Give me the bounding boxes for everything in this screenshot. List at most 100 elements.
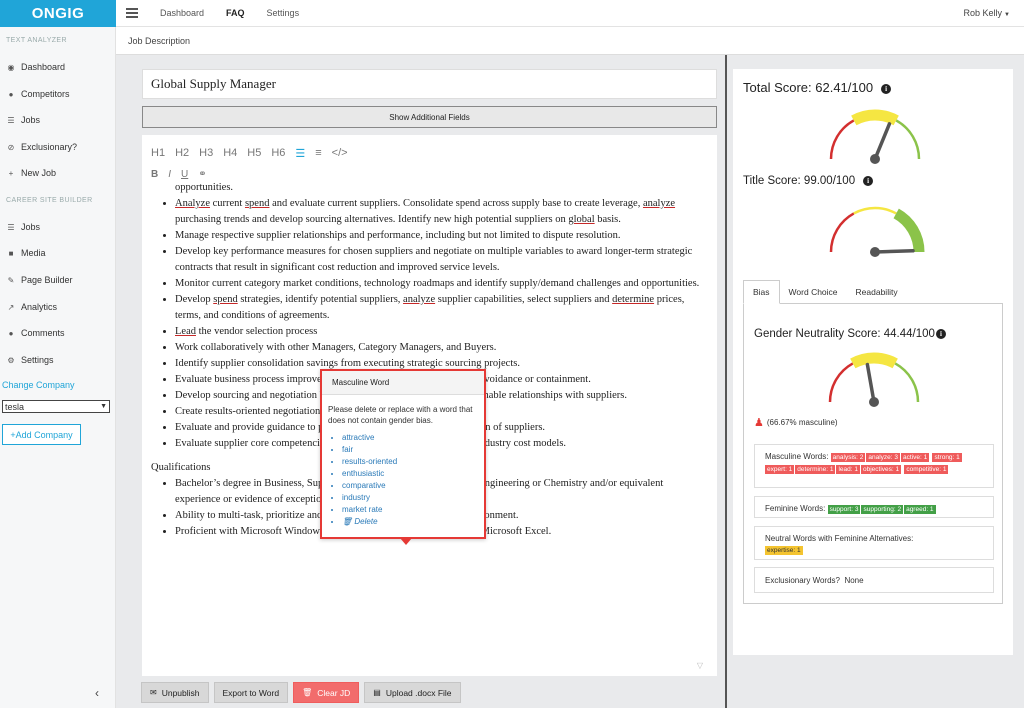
score-panel: Total Score: 62.41/100 i Title Score: 99.…: [727, 55, 1024, 708]
ongig-logo[interactable]: ONGIG: [0, 0, 116, 27]
show-additional-fields-button[interactable]: Show Additional Fields: [142, 106, 717, 128]
clear-jd-button[interactable]: 🗑 Clear JD: [293, 682, 360, 703]
word-tag[interactable]: analysis: 2: [830, 453, 866, 462]
resize-handle-icon[interactable]: ▽: [697, 661, 703, 670]
sidebar-item-page-builder[interactable]: ✎ Page Builder: [6, 275, 73, 285]
sidebar-item-label: Page Builder: [21, 275, 73, 285]
sidebar-item-competitors[interactable]: ● Competitors: [6, 89, 70, 99]
word-tag[interactable]: objectives: 1: [860, 465, 902, 474]
suggestion-item[interactable]: results-oriented: [342, 456, 484, 468]
word-tag[interactable]: expert: 1: [765, 465, 795, 474]
bias-tab-content: Gender Neutrality Score: 44.44/100 i ♟ (66…: [743, 304, 1003, 604]
delete-word-button[interactable]: 🗑 Delete: [342, 516, 484, 528]
exclusionary-words-box: Exclusionary Words? None: [754, 567, 994, 593]
word-tag[interactable]: analyze: 3: [866, 453, 901, 462]
nav-dashboard[interactable]: Dashboard: [160, 8, 204, 18]
link-icon[interactable]: ⚭: [198, 169, 206, 180]
word-tag[interactable]: agreed: 1: [904, 505, 936, 514]
italic-button[interactable]: I: [168, 169, 171, 180]
responsibility-item: Monitor current category market conditio…: [175, 276, 706, 292]
export-to-word-button[interactable]: Export to Word: [213, 682, 289, 703]
gauge-red-segment: [829, 119, 855, 160]
sidebar-item-media[interactable]: ■ Media: [6, 248, 46, 258]
responsibility-item: Manage respective supplier relationships…: [175, 228, 706, 244]
word-tag[interactable]: supporting: 2: [861, 505, 904, 514]
delete-label: Delete: [354, 517, 378, 526]
comment-icon: ●: [8, 328, 14, 338]
masculine-percentage: ♟ (66.67% masculine): [754, 416, 838, 429]
exclusionary-words-value: None: [844, 575, 864, 585]
popup-title: Masculine Word: [322, 371, 484, 395]
sidebar-item-exclusionary[interactable]: ⊘ Exclusionary?: [6, 142, 77, 152]
upload-docx-button[interactable]: ▤ Upload .docx File: [364, 682, 461, 703]
add-company-button[interactable]: +Add Company: [2, 424, 81, 445]
gender-score-label: Gender Neutrality Score: 44.44/100: [754, 328, 935, 340]
word-tag[interactable]: active: 1: [901, 453, 930, 462]
heading-2-button[interactable]: H2: [175, 147, 189, 160]
sidebar-item-dashboard[interactable]: ◉ Dashboard: [6, 62, 66, 72]
info-icon[interactable]: i: [935, 328, 946, 339]
bold-button[interactable]: B: [151, 169, 158, 180]
word-tag[interactable]: strong: 1: [932, 453, 962, 462]
sidebar-item-comments[interactable]: ● Comments: [6, 328, 65, 338]
underline-button[interactable]: U: [181, 169, 188, 180]
gauge-green-segment: [895, 119, 921, 160]
sidebar-item-career-jobs[interactable]: ☰ Jobs: [6, 222, 40, 232]
job-title-input[interactable]: Global Supply Manager: [142, 69, 717, 99]
title-score: Title Score: 99.00/100 i: [743, 175, 874, 187]
sidebar: TEXT ANALYZER ◉ Dashboard ● Competitors ☰ J…: [0, 27, 116, 708]
nav-faq[interactable]: FAQ: [226, 8, 245, 18]
tab-word-choice[interactable]: Word Choice: [780, 280, 847, 304]
responsibility-item: Lead the vendor selection process: [175, 324, 706, 340]
gauge-needle: [873, 122, 892, 161]
caret-down-icon: ▼: [1004, 12, 1010, 18]
unpublish-button[interactable]: ✉ Unpublish: [141, 682, 209, 703]
bullet-list-icon[interactable]: ☰: [295, 147, 305, 160]
info-icon[interactable]: i: [881, 83, 892, 94]
video-icon: ■: [8, 248, 14, 258]
info-icon[interactable]: i: [863, 175, 874, 186]
heading-4-button[interactable]: H4: [223, 147, 237, 160]
sidebar-item-settings[interactable]: ⚙ Settings: [6, 355, 53, 365]
word-tag[interactable]: support: 3: [827, 505, 861, 514]
gear-icon: ⚙: [7, 355, 15, 365]
heading-5-button[interactable]: H5: [247, 147, 261, 160]
gauge-needle: [865, 362, 876, 404]
sidebar-item-label: Comments: [21, 328, 65, 338]
suggestion-item[interactable]: industry: [342, 492, 484, 504]
numbered-list-icon[interactable]: ≡: [315, 147, 321, 160]
tab-bias[interactable]: Bias: [743, 280, 780, 304]
hamburger-menu-icon[interactable]: [126, 8, 138, 18]
user-menu[interactable]: Rob Kelly ▼: [964, 8, 1010, 18]
list-icon: ☰: [7, 222, 15, 232]
title-score-gauge: [829, 206, 925, 257]
gender-neutrality-score: Gender Neutrality Score: 44.44/100 i: [754, 328, 946, 340]
sidebar-item-analytics[interactable]: ↗ Analytics: [6, 302, 57, 312]
suggestion-item[interactable]: attractive: [342, 432, 484, 444]
exclusionary-words-label: Exclusionary Words?: [765, 575, 840, 585]
responsibility-item: Develop spend strategies, identify poten…: [175, 292, 706, 324]
person-icon: ♟: [754, 417, 764, 429]
nav-settings[interactable]: Settings: [267, 8, 300, 18]
code-icon[interactable]: </>: [332, 147, 348, 160]
company-select[interactable]: tesla ▼: [2, 400, 110, 413]
heading-1-button[interactable]: H1: [151, 147, 165, 160]
tab-readability[interactable]: Readability: [847, 280, 907, 304]
sidebar-item-new-job[interactable]: + New Job: [6, 168, 56, 178]
suggestion-item[interactable]: market rate: [342, 504, 484, 516]
responsibility-item: Work collaboratively with other Managers…: [175, 340, 706, 356]
sidebar-item-jobs[interactable]: ☰ Jobs: [6, 115, 40, 125]
suggestion-item[interactable]: enthusiastic: [342, 468, 484, 480]
heading-3-button[interactable]: H3: [199, 147, 213, 160]
heading-6-button[interactable]: H6: [271, 147, 285, 160]
word-tag[interactable]: competitive: 1: [904, 465, 949, 474]
collapse-sidebar-icon[interactable]: ‹: [95, 686, 99, 700]
word-tag[interactable]: determine: 1: [795, 465, 836, 474]
plus-icon: +: [8, 168, 14, 178]
sidebar-item-label: Jobs: [21, 222, 41, 232]
word-tag[interactable]: expertise: 1: [765, 546, 803, 555]
suggestion-item[interactable]: comparative: [342, 480, 484, 492]
popup-pointer: [400, 538, 412, 545]
word-tag[interactable]: lead: 1: [836, 465, 860, 474]
suggestion-item[interactable]: fair: [342, 444, 484, 456]
